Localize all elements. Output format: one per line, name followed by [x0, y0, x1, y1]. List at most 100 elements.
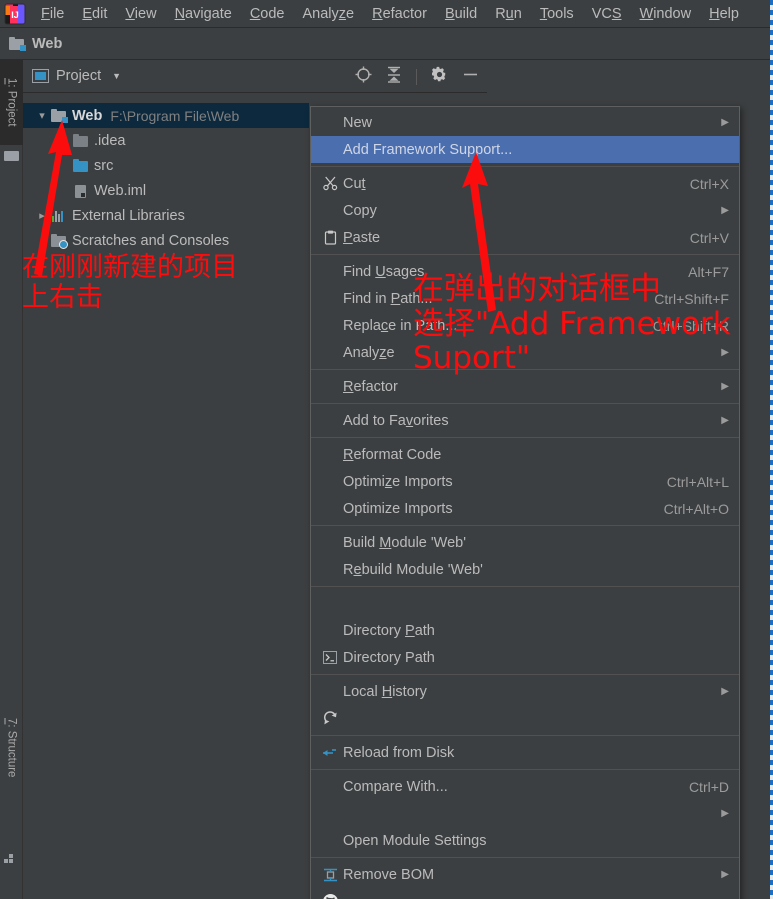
project-view-selector[interactable]: Project ▼	[32, 68, 121, 84]
menu-separator	[311, 254, 739, 255]
menu-item-refactor[interactable]: Refactor ▶	[311, 373, 739, 400]
tree-node-label: .idea	[94, 132, 126, 149]
menu-item-remove-bom[interactable]: Open Module Settings	[311, 827, 739, 854]
menu-item-add-to-favorites[interactable]: Add to Favorites ▶	[311, 407, 739, 434]
menu-item-add-framework-support[interactable]: Add Framework Support...	[311, 136, 739, 163]
project-tree: ▾ Web F:\Program File\Web ▸ .idea src We…	[23, 103, 309, 253]
structure-icon	[4, 852, 18, 864]
menu-item-paste[interactable]: Paste Ctrl+V	[311, 224, 739, 251]
menu-item-reload-from-disk[interactable]	[311, 705, 739, 732]
collapse-arrow-icon[interactable]: ▸	[34, 209, 50, 222]
menu-item-label: New	[343, 114, 373, 131]
menu-item-directory-path[interactable]: Directory Path	[311, 617, 739, 644]
submenu-arrow-icon: ▶	[721, 808, 729, 819]
menu-item-shortcut: Ctrl+Shift+R	[652, 317, 729, 334]
menu-item-show-in-explorer[interactable]	[311, 590, 739, 617]
menu-separator	[311, 525, 739, 526]
stripe-button-project[interactable]: 1: Project	[0, 60, 23, 145]
menu-item-copy[interactable]: Copy ▶	[311, 197, 739, 224]
navigation-bar: Web	[0, 28, 773, 60]
menu-edit[interactable]: Edit	[73, 4, 116, 24]
menu-item-find-usages[interactable]: Find Usages Alt+F7	[311, 258, 739, 285]
scratches-icon	[50, 233, 68, 249]
menu-build[interactable]: Build	[436, 4, 486, 24]
menu-refactor[interactable]: Refactor	[363, 4, 436, 24]
menu-item-label: Find Usages	[343, 263, 425, 280]
toolbar-separator	[416, 68, 417, 85]
github-icon	[317, 894, 343, 899]
menu-item-rebuild-module[interactable]: Rebuild Module 'Web'	[311, 556, 739, 583]
collapse-all-icon[interactable]	[386, 66, 402, 88]
menu-item-label: Open Module Settings	[343, 832, 487, 849]
folder-dark-icon	[72, 133, 90, 149]
menu-separator	[311, 674, 739, 675]
locate-in-tree-icon[interactable]	[355, 66, 372, 88]
menu-item-build-module[interactable]: Build Module 'Web'	[311, 529, 739, 556]
menu-code[interactable]: Code	[241, 4, 294, 24]
project-tool-window-toolbar	[355, 60, 479, 93]
stripe-button-structure[interactable]: 7: Structure	[0, 700, 23, 795]
submenu-arrow-icon: ▶	[721, 117, 729, 128]
menu-item-label: Directory Path	[343, 649, 435, 666]
expand-arrow-icon[interactable]: ▾	[34, 109, 50, 122]
breadcrumb-label: Web	[32, 35, 63, 52]
menu-item-reformat-code[interactable]: Reformat Code	[311, 441, 739, 468]
tree-node-web[interactable]: ▾ Web F:\Program File\Web	[23, 103, 309, 128]
menu-item-replace-in-path[interactable]: Replace in Path... Ctrl+Shift+R	[311, 312, 739, 339]
menu-item-label: Refactor	[343, 378, 398, 395]
menu-separator	[311, 586, 739, 587]
menu-item-mark-directory-as[interactable]: ▶	[311, 800, 739, 827]
menu-separator	[311, 166, 739, 167]
menu-view[interactable]: View	[116, 4, 165, 24]
menu-item-label: Rebuild Module 'Web'	[343, 561, 483, 578]
breadcrumb[interactable]: Web	[8, 36, 62, 52]
menu-item-shortcut: Ctrl+Shift+F	[654, 290, 729, 307]
project-view-label: Project	[56, 68, 102, 84]
menu-item-label: Reformat Code	[343, 446, 442, 463]
menu-item-create-gist[interactable]	[311, 888, 739, 899]
menu-item-label: Find in Path...	[343, 290, 433, 307]
menu-item-optimize-imports[interactable]: Optimize Imports Ctrl+Alt+L	[311, 468, 739, 495]
collapse-arrow-icon[interactable]: ▸	[56, 134, 72, 147]
menu-item-cut[interactable]: Cut Ctrl+X	[311, 170, 739, 197]
scissors-icon	[317, 176, 343, 191]
libraries-icon	[50, 208, 68, 224]
menu-item-shortcut: Ctrl+X	[689, 175, 729, 192]
menu-help[interactable]: Help	[700, 4, 748, 24]
hide-panel-icon[interactable]	[462, 66, 479, 88]
menu-item-shortcut: Alt+F7	[688, 263, 729, 280]
menu-item-find-in-path[interactable]: Find in Path... Ctrl+Shift+F	[311, 285, 739, 312]
menu-file[interactable]: File	[32, 4, 73, 24]
menu-item-label: Reload from Disk	[343, 744, 455, 761]
tree-node-idea[interactable]: ▸ .idea	[23, 128, 309, 153]
menu-separator	[311, 769, 739, 770]
menu-item-analyze[interactable]: Analyze ▶	[311, 339, 739, 366]
menu-run[interactable]: Run	[486, 4, 531, 24]
intellij-idea-logo-icon: IJ	[4, 3, 26, 25]
menu-window[interactable]: Window	[631, 4, 701, 24]
main-menu-bar: IJ File Edit View Navigate Code Analyze …	[0, 0, 773, 28]
menu-analyze[interactable]: Analyze	[294, 4, 364, 24]
submenu-arrow-icon: ▶	[721, 381, 729, 392]
menu-item-local-history[interactable]: Local History ▶	[311, 678, 739, 705]
menu-separator	[311, 369, 739, 370]
module-folder-icon	[50, 108, 68, 124]
project-tool-window-header: Project ▼	[23, 60, 487, 93]
menu-vcs[interactable]: VCS	[583, 4, 631, 24]
chevron-down-icon[interactable]: ▼	[112, 71, 121, 81]
settings-gear-icon[interactable]	[431, 66, 448, 88]
menu-item-remove-module[interactable]: Optimize Imports Ctrl+Alt+O	[311, 495, 739, 522]
menu-item-diagrams[interactable]: Remove BOM ▶	[311, 861, 739, 888]
menu-item-open-module-settings[interactable]: Compare With... Ctrl+D	[311, 773, 739, 800]
menu-item-open-in-terminal[interactable]: Directory Path	[311, 644, 739, 671]
menu-separator	[311, 735, 739, 736]
tree-node-src[interactable]: src	[23, 153, 309, 178]
menu-navigate[interactable]: Navigate	[166, 4, 241, 24]
tree-node-web-iml[interactable]: Web.iml	[23, 178, 309, 203]
menu-tools[interactable]: Tools	[531, 4, 583, 24]
menu-item-compare-with[interactable]: Reload from Disk	[311, 739, 739, 766]
diagrams-icon	[317, 868, 343, 882]
tree-node-external-libraries[interactable]: ▸ External Libraries	[23, 203, 309, 228]
tree-node-scratches-and-consoles[interactable]: Scratches and Consoles	[23, 228, 309, 253]
menu-item-new[interactable]: New ▶	[311, 109, 739, 136]
